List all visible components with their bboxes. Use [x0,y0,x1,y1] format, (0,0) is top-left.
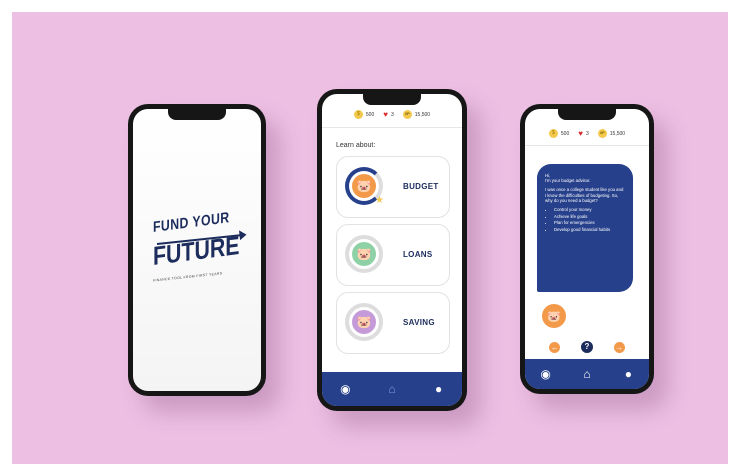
home-icon[interactable]: ⌂ [382,382,402,396]
stats-bar: $500 ♥ 3 XP 15,500 [525,129,649,138]
phone-notch [168,109,226,120]
xp-icon: XP [597,129,607,138]
xp-stat: XP 15,500 [402,110,431,119]
list-item: Achieve life goals [554,214,625,219]
coins-value: 500 [560,130,570,137]
profile-icon[interactable]: ● [429,382,449,396]
piggy-bank-icon: 🐷 [352,242,376,266]
splash-screen: FUND YOUR FUTURE FINANCE TOOL FROM FIRST… [133,109,261,391]
bubble-greeting: Hi, I'm your budget advisor. [545,173,625,183]
coin-icon: $ [353,110,363,119]
help-button[interactable]: ? [580,341,593,353]
advisor-screen: $500 ♥ 3 XP 15,500 Hi, I'm your budget advi… [525,109,649,389]
hearts-stat: ♥ 3 [578,128,589,138]
logo-tagline: FINANCE TOOL FROM FIRST YEARS [153,271,223,283]
hearts-stat: ♥ 3 [383,109,394,119]
coin-icon: $ [548,129,558,138]
phone-notch [558,109,616,120]
compass-icon[interactable]: ◉ [335,382,355,396]
topics-screen: $500 ♥ 3 XP 15,500 Learn about: 🐷 ★ BUDGET… [322,94,462,406]
star-icon: ★ [375,195,384,206]
prev-button[interactable]: ← [549,341,561,353]
advisor-controls: ← ? → [525,341,649,353]
topic-label-loans: LOANS [403,250,433,259]
advisor-phone: $500 ♥ 3 XP 15,500 Hi, I'm your budget advi… [520,104,654,394]
coins-stat: $500 [353,110,375,119]
topic-label-budget: BUDGET [403,182,439,191]
coins-stat: $500 [548,129,570,138]
fund-your-future-logo: FUND YOUR FUTURE FINANCE TOOL FROM FIRST… [153,209,253,283]
progress-ring: 🐷 [345,303,383,341]
piggy-bank-icon: 🐷 [352,310,376,334]
home-icon[interactable]: ⌂ [577,367,597,381]
compass-icon[interactable]: ◉ [536,367,556,381]
learn-heading: Learn about: [336,142,376,149]
progress-ring: 🐷 [345,235,383,273]
xp-value: 15,500 [609,130,626,137]
heart-icon: ♥ [383,109,388,119]
splash-phone: FUND YOUR FUTURE FINANCE TOOL FROM FIRST… [128,104,266,396]
hearts-value: 3 [586,130,589,137]
topic-card-budget[interactable]: 🐷 ★ BUDGET [336,156,450,218]
list-item: Develop good financial habits [554,227,625,232]
list-item: Control your money [554,207,625,212]
stats-bar: $500 ♥ 3 XP 15,500 [322,110,462,119]
profile-icon[interactable]: ● [618,367,638,381]
list-item: Plan for emergencies [554,220,625,225]
topic-card-saving[interactable]: 🐷 SAVING [336,292,450,354]
bubble-story: I was once a college student like you an… [545,187,624,203]
bottom-nav: ◉ ⌂ ● [322,372,462,406]
phone-notch [363,94,421,105]
hearts-value: 3 [391,111,394,118]
coins-value: 500 [365,111,375,118]
advisor-avatar: 🐷 [542,304,566,328]
piggy-bank-icon: 🐷 [352,174,376,198]
xp-value: 15,500 [414,111,431,118]
divider [525,145,649,146]
next-button[interactable]: → [613,341,625,353]
intro-text: I'm your budget advisor. [545,178,591,184]
reasons-list: Control your money Achieve life goals Pl… [545,207,625,232]
topic-card-loans[interactable]: 🐷 LOANS [336,224,450,286]
heart-icon: ♥ [578,128,583,138]
bottom-nav: ◉ ⌂ ● [525,359,649,389]
topic-label-saving: SAVING [403,318,435,327]
xp-stat: XP 15,500 [597,129,626,138]
xp-icon: XP [402,110,412,119]
logo-line2: FUTURE [153,229,240,271]
advisor-speech-bubble: Hi, I'm your budget advisor. I was once a… [537,164,633,292]
divider [322,127,462,128]
topics-phone: $500 ♥ 3 XP 15,500 Learn about: 🐷 ★ BUDGET… [317,89,467,411]
mockup-scene: FUND YOUR FUTURE FINANCE TOOL FROM FIRST… [12,12,728,464]
